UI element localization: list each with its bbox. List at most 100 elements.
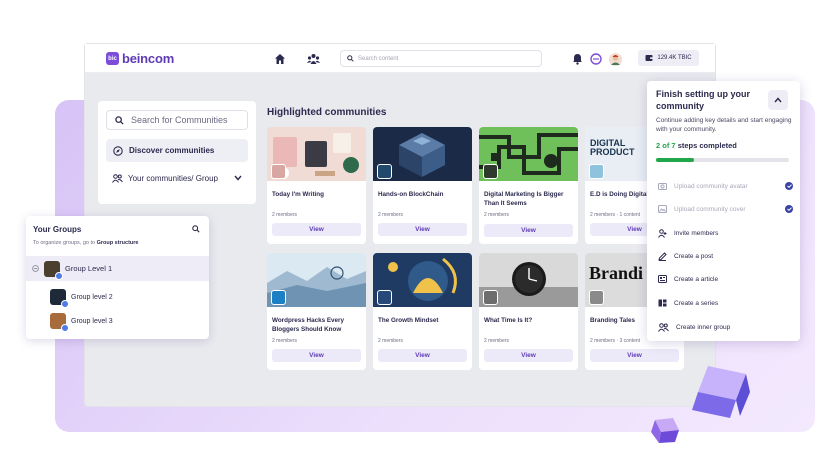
community-name: The Growth Mindset	[378, 317, 439, 324]
group-level-2-item[interactable]: Group level 2	[50, 289, 113, 308]
group-level-3-item[interactable]: Group level 3	[50, 313, 113, 332]
setup-title: Finish setting up your community	[656, 89, 750, 111]
task-upload-cover[interactable]: Upload community cover	[658, 202, 793, 216]
decorative-cube	[692, 366, 750, 418]
highlighted-communities-title: Highlighted communities	[267, 107, 387, 118]
collapse-button[interactable]	[768, 90, 788, 110]
global-search-input[interactable]: Search content	[340, 50, 542, 67]
bell-icon[interactable]	[570, 52, 584, 66]
community-name: Hands-on BlockChain	[378, 191, 444, 198]
group-avatar	[50, 289, 69, 308]
your-communities-label: Your communities/ Group	[128, 173, 218, 183]
progress-fill	[656, 158, 694, 162]
view-community-button[interactable]: View	[272, 349, 361, 362]
top-bar: bic beincom Search content 129.4K TBIC	[85, 44, 715, 73]
community-member-count: 2 members	[272, 338, 298, 344]
community-cover-image	[479, 253, 578, 307]
communities-icon[interactable]	[306, 52, 320, 66]
task-invite-members[interactable]: Invite members	[658, 226, 793, 240]
task-create-series[interactable]: Create a series	[658, 296, 793, 310]
brand-mark: bic	[106, 52, 119, 65]
community-member-count: 2 members	[484, 212, 510, 218]
task-label: Create a series	[674, 299, 719, 307]
decorative-cube	[651, 418, 679, 443]
user-avatar[interactable]	[608, 52, 622, 66]
community-member-count: 2 members · 1 content	[590, 212, 641, 218]
community-avatar	[483, 290, 498, 305]
community-avatar	[271, 290, 286, 305]
discover-communities-label: Discover communities	[129, 146, 215, 155]
global-search-placeholder: Search content	[358, 55, 399, 62]
view-community-button[interactable]: View	[484, 224, 573, 237]
community-card[interactable]: What Time Is It? 2 members View	[479, 253, 578, 370]
view-community-button[interactable]: View	[378, 223, 467, 236]
community-badge-icon	[61, 324, 69, 332]
community-name: What Time Is It?	[484, 317, 533, 324]
community-card[interactable]: Digital Marketing Is Bigger Than It Seem…	[479, 127, 578, 244]
group-avatar	[44, 260, 63, 280]
community-avatar	[377, 290, 392, 305]
community-member-count: 2 members	[378, 212, 404, 218]
community-cover-image	[373, 127, 472, 181]
task-upload-avatar[interactable]: Upload community avatar	[658, 179, 793, 193]
group-level-1-item[interactable]: Group Level 1	[26, 256, 209, 281]
group-level-1-label: Group Level 1	[65, 264, 113, 273]
group-level-2-label: Group level 2	[71, 293, 113, 301]
community-cover-image	[373, 253, 472, 307]
tbc-balance-value: 129.4K TBIC	[657, 55, 692, 61]
task-create-inner-group[interactable]: Create inner group	[658, 320, 793, 334]
group-level-3-label: Group level 3	[71, 317, 113, 325]
community-card[interactable]: The Growth Mindset 2 members View	[373, 253, 472, 370]
group-structure-link[interactable]: Group structure	[97, 240, 139, 246]
people-icon	[658, 322, 669, 332]
community-name: Today I'm Writing	[272, 191, 324, 198]
view-community-button[interactable]: View	[378, 349, 467, 362]
community-avatar	[589, 164, 604, 179]
community-badge-icon	[61, 300, 69, 308]
community-cover-image	[267, 127, 366, 181]
steps-progress-bar	[656, 158, 789, 162]
pencil-icon	[658, 251, 667, 261]
tbc-balance-button[interactable]: 129.4K TBIC	[638, 50, 699, 66]
task-create-article[interactable]: Create a article	[658, 272, 793, 286]
community-search-input[interactable]: Search for Communities	[106, 110, 248, 130]
view-community-button[interactable]: View	[272, 223, 361, 236]
community-member-count: 2 members	[272, 212, 298, 218]
task-label: Create inner group	[676, 323, 731, 331]
home-icon[interactable]	[273, 52, 287, 66]
your-communities-toggle[interactable]: Your communities/ Group	[112, 171, 242, 185]
chevron-up-icon	[774, 97, 782, 103]
brand-name: beincom	[122, 51, 175, 66]
group-structure-hint: To organize groups, go to Group structur…	[33, 240, 138, 246]
discover-communities-button[interactable]: Discover communities	[106, 139, 248, 162]
view-community-button[interactable]: View	[484, 349, 573, 362]
chat-icon[interactable]	[589, 52, 603, 66]
chevron-down-icon	[234, 175, 242, 181]
community-banner-text: Brandi	[589, 263, 644, 283]
collapse-circle-icon[interactable]	[32, 265, 39, 272]
steps-progress-text: 2 of 7 steps completed	[656, 141, 737, 150]
community-avatar	[589, 290, 604, 305]
task-label: Create a article	[674, 275, 719, 283]
task-label: Upload community avatar	[674, 182, 748, 190]
search-icon	[115, 115, 124, 125]
user-add-icon	[658, 228, 667, 238]
setup-checklist-panel: Finish setting up your community Continu…	[647, 81, 800, 341]
community-badge-icon	[55, 271, 63, 280]
your-groups-title: Your Groups	[33, 225, 82, 234]
community-member-count: 2 members	[378, 338, 404, 344]
brand-logo[interactable]: bic beincom	[106, 51, 174, 66]
community-card[interactable]: Wordpress Hacks Every Bloggers Should Kn…	[267, 253, 366, 370]
community-card[interactable]: Today I'm Writing 2 members View	[267, 127, 366, 244]
community-cover-image	[479, 127, 578, 181]
check-icon	[785, 205, 793, 213]
community-member-count: 2 members	[484, 338, 510, 344]
task-label: Invite members	[674, 229, 719, 237]
task-label: Upload community cover	[674, 205, 746, 213]
search-icon[interactable]	[192, 225, 200, 233]
community-card[interactable]: Hands-on BlockChain 2 members View	[373, 127, 472, 244]
steps-suffix: steps completed	[677, 141, 737, 150]
series-icon	[658, 299, 667, 307]
task-create-post[interactable]: Create a post	[658, 249, 793, 263]
view-community-button[interactable]: View	[590, 349, 679, 362]
